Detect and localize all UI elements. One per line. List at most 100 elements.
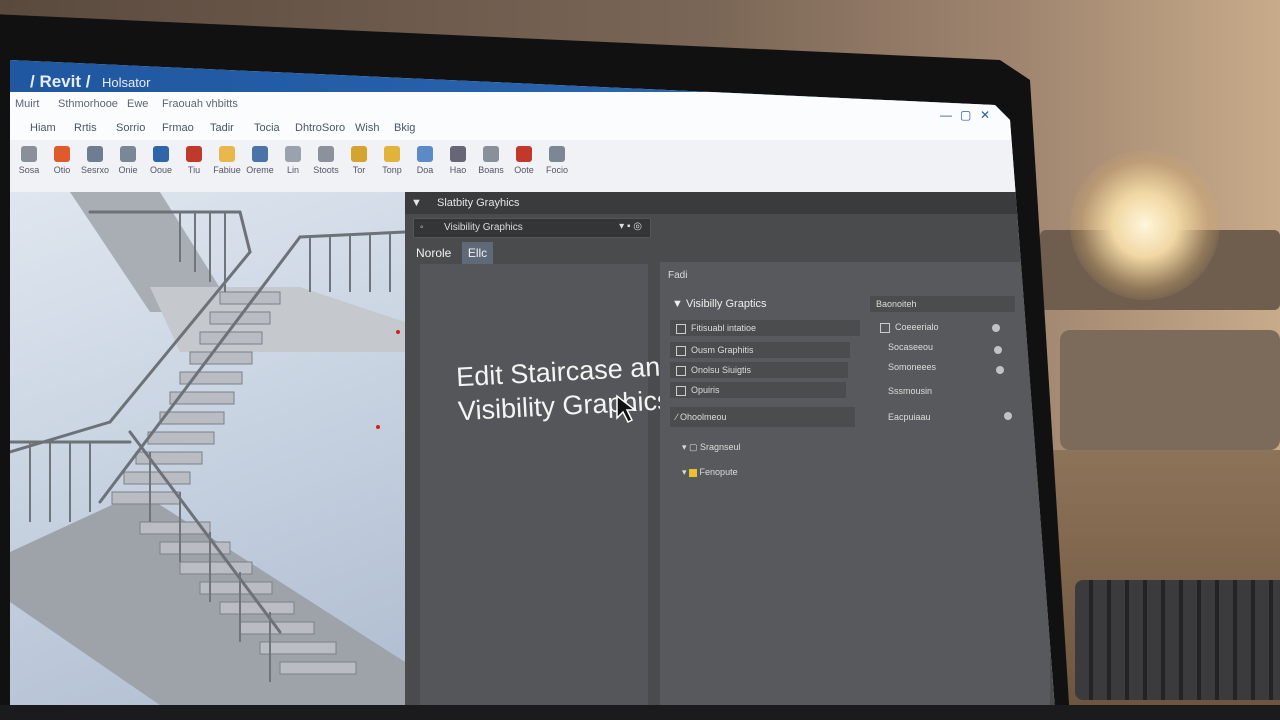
ribbon-button-label: Onie (118, 165, 138, 175)
toggle-icon[interactable] (996, 366, 1004, 374)
ribbon-button[interactable]: Lin (276, 146, 310, 175)
maximize-icon[interactable]: ▢ (960, 108, 971, 122)
menu-item-0[interactable]: Muirt (15, 98, 39, 110)
screen-bottom-edge (0, 705, 1280, 720)
dropdown-arrow-icon[interactable]: ▾ ▪ ◎ (619, 221, 642, 232)
tool-icon (285, 146, 301, 162)
left-pane: Edit Staircase and Visibility Graphics (420, 264, 676, 710)
list-item[interactable]: Opuiris (670, 382, 846, 398)
ribbon-button[interactable]: Doa (408, 146, 442, 175)
group-header[interactable]: ▾ Fenopute (682, 467, 738, 478)
tab-wish[interactable]: Wish (355, 122, 379, 134)
tool-icon (87, 146, 103, 162)
ribbon-button[interactable]: Stoots (309, 146, 343, 175)
ribbon-button-label: Oote (514, 165, 534, 175)
tool-icon (516, 146, 532, 162)
minimize-icon[interactable]: — (940, 108, 952, 122)
tab-tadir[interactable]: Tadir (210, 122, 234, 134)
ribbon-button[interactable]: Oote (507, 146, 541, 175)
side-header: Baonoiteh (870, 296, 1015, 312)
menu-item-1[interactable]: Sthmorhooe (58, 98, 118, 110)
row-label: Fitisuabl intatioe (691, 323, 757, 333)
view-dropdown[interactable]: ◦ Visibility Graphics ▾ ▪ ◎ (413, 218, 651, 238)
side-item[interactable]: Sssmousin (888, 386, 932, 396)
tab-dhtrosoro[interactable]: DhtroSoro (295, 122, 345, 134)
menu-item-3[interactable]: Fraouah vhbitts (162, 98, 238, 110)
tab-frmao[interactable]: Frmao (162, 122, 194, 134)
right-pane: Fadi ▼ Visibilly Graptics Fitisuabl inta… (660, 262, 1050, 710)
list-item[interactable]: ⁄ Ohoolmeou (670, 407, 855, 427)
ribbon-button-label: Doa (416, 165, 434, 175)
ribbon-button[interactable]: Sesrxo (78, 146, 112, 175)
section-marker (376, 425, 380, 429)
visibility-graphics-panel: ▼ Slatbity Grayhics ◦ Visibility Graphic… (405, 192, 1055, 710)
tool-icon (219, 146, 235, 162)
ribbon-button[interactable]: Focio (540, 146, 574, 175)
ribbon-button[interactable]: Onie (111, 146, 145, 175)
ribbon-button[interactable]: Tiu (177, 146, 211, 175)
ribbon-button[interactable]: Ooue (144, 146, 178, 175)
tab-rrtis[interactable]: Rrtis (74, 122, 97, 134)
row-label: Onolsu Siuigtis (691, 365, 752, 375)
toggle-icon[interactable] (992, 324, 1000, 332)
ribbon-button[interactable]: Fabiue (210, 146, 244, 175)
side-item[interactable]: Somoneees (888, 362, 936, 372)
list-item[interactable]: Fitisuabl intatioe (670, 320, 860, 336)
tool-icon (483, 146, 499, 162)
ribbon-button[interactable]: Otio (45, 146, 79, 175)
lamp-glow (1070, 150, 1220, 300)
tab-hiam[interactable]: Hiam (30, 122, 56, 134)
menu-item-2[interactable]: Ewe (127, 98, 148, 110)
cursor-icon (616, 394, 637, 424)
panel-titlebar: ▼ Slatbity Grayhics (405, 192, 1055, 214)
ribbon-button-label: Fabiue (213, 165, 241, 175)
tab-sorrio[interactable]: Sorrio (116, 122, 145, 134)
ribbon-button[interactable]: Tonp (375, 146, 409, 175)
3d-viewport[interactable] (10, 192, 405, 710)
right-header: Fadi (668, 270, 688, 281)
tab-tocia[interactable]: Tocia (254, 122, 280, 134)
toggle-icon[interactable] (994, 346, 1002, 354)
document-title: Holsator (102, 75, 151, 90)
tool-icon (153, 146, 169, 162)
panel-tabs: Norole Ellc (410, 242, 494, 264)
ribbon-button-label: Sesrxo (80, 165, 109, 175)
dropdown-icon: ◦ (420, 222, 424, 233)
section-marker (396, 330, 400, 334)
toggle-icon[interactable] (1004, 412, 1012, 420)
ribbon-button[interactable]: Hao (441, 146, 475, 175)
ribbon-button-label: Ooue (149, 165, 173, 175)
tab-norole[interactable]: Norole (410, 242, 457, 264)
row-label: Ohoolmeou (680, 412, 727, 422)
ribbon-button-label: Oreme (246, 165, 274, 175)
ribbon-button[interactable]: Boans (474, 146, 508, 175)
tool-icon (252, 146, 268, 162)
tab-bkig[interactable]: Bkig (394, 122, 415, 134)
ribbon-button-label: Lin (286, 165, 299, 175)
group-header[interactable]: ▾ ▢ Sragnseul (682, 442, 741, 453)
tab-ellc[interactable]: Ellc (461, 242, 494, 264)
keyboard (1075, 580, 1280, 700)
tool-icon (186, 146, 202, 162)
sofa-blur (1060, 330, 1280, 450)
ribbon-button-label: Tiu (187, 165, 201, 175)
ribbon-button-label: Sosa (18, 165, 40, 175)
staircase-model (10, 192, 405, 710)
section-header[interactable]: ▼ Visibilly Graptics (672, 298, 766, 310)
side-item[interactable]: Socaseeou (888, 342, 933, 352)
ribbon-button-label: Tor (352, 165, 366, 175)
ribbon-button[interactable]: Tor (342, 146, 376, 175)
collapse-icon[interactable]: ▼ (411, 197, 422, 209)
ribbon-button-label: Focio (545, 165, 568, 175)
ribbon-button[interactable]: Sosa (12, 146, 46, 175)
tool-icon (384, 146, 400, 162)
tool-icon (549, 146, 565, 162)
close-icon[interactable]: ✕ (980, 108, 990, 122)
list-item[interactable]: Ousm Graphitis (670, 342, 850, 358)
ribbon-button[interactable]: Oreme (243, 146, 277, 175)
side-item[interactable]: Eacpuiaau (888, 412, 931, 422)
side-item[interactable]: Coeeerialo (880, 322, 939, 333)
ribbon-button-label: Tonp (382, 165, 402, 175)
row-label: Opuiris (691, 385, 720, 395)
list-item[interactable]: Onolsu Siuigtis (670, 362, 848, 378)
